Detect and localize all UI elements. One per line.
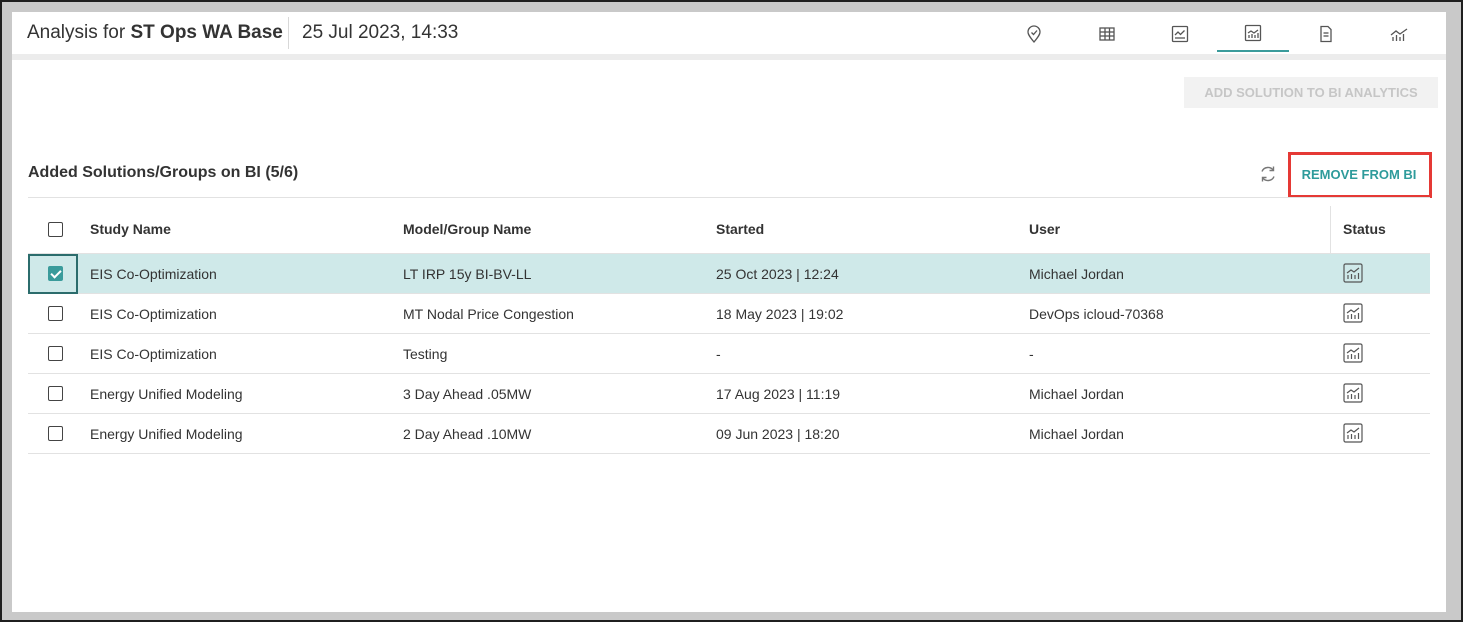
chart-edit-icon[interactable] (1144, 16, 1216, 52)
bi-status-icon[interactable] (1342, 262, 1364, 284)
column-header-model[interactable]: Model/Group Name (403, 221, 531, 237)
line-chart-icon[interactable] (1363, 16, 1435, 52)
analysis-date: 25 Jul 2023, 14:33 (302, 22, 459, 43)
study-name-cell: EIS Co-Optimization (90, 306, 217, 322)
user-cell: - (1029, 346, 1034, 362)
column-header-status[interactable]: Status (1343, 221, 1386, 237)
solutions-table: Study Name Model/Group Name Started User… (28, 206, 1430, 454)
started-cell: 18 May 2023 | 19:02 (716, 306, 844, 322)
started-cell: - (716, 346, 721, 362)
window-frame: Analysis for ST Ops WA Base 25 Jul 2023,… (2, 2, 1461, 620)
bi-status-icon[interactable] (1342, 342, 1364, 364)
started-cell: 25 Oct 2023 | 12:24 (716, 266, 839, 282)
column-divider (1330, 206, 1331, 254)
app-panel: Analysis for ST Ops WA Base 25 Jul 2023,… (12, 12, 1446, 612)
bi-chart-icon[interactable] (1217, 16, 1289, 52)
table-row[interactable]: Energy Unified Modeling 2 Day Ahead .10M… (28, 414, 1430, 454)
table-row[interactable]: EIS Co-Optimization MT Nodal Price Conge… (28, 294, 1430, 334)
solution-name: ST Ops WA Base (130, 22, 283, 43)
bi-status-icon[interactable] (1342, 422, 1364, 444)
study-name-cell: Energy Unified Modeling (90, 426, 243, 442)
document-icon[interactable] (1290, 16, 1362, 52)
started-cell: 09 Jun 2023 | 18:20 (716, 426, 840, 442)
table-row[interactable]: EIS Co-Optimization Testing - - (28, 334, 1430, 374)
row-checkbox[interactable] (48, 306, 63, 321)
bi-status-icon[interactable] (1342, 382, 1364, 404)
user-cell: Michael Jordan (1029, 266, 1124, 282)
table-icon[interactable] (1071, 16, 1143, 52)
title-divider (288, 17, 289, 49)
model-name-cell: Testing (403, 346, 448, 362)
location-pin-icon[interactable] (998, 16, 1070, 52)
remove-from-bi-button[interactable]: REMOVE FROM BI (1294, 163, 1424, 185)
section-title: Added Solutions/Groups on BI (5/6) (28, 164, 299, 181)
column-header-user[interactable]: User (1029, 221, 1060, 237)
header-divider (12, 54, 1446, 60)
row-checkbox[interactable] (48, 386, 63, 401)
refresh-icon[interactable] (1257, 163, 1279, 185)
study-name-cell: EIS Co-Optimization (90, 346, 217, 362)
column-header-study[interactable]: Study Name (90, 221, 171, 237)
section-divider (28, 197, 1430, 198)
row-checkbox[interactable] (48, 266, 63, 281)
study-name-cell: EIS Co-Optimization (90, 266, 217, 282)
model-name-cell: 2 Day Ahead .10MW (403, 426, 532, 442)
add-solution-to-bi-button[interactable]: ADD SOLUTION TO BI ANALYTICS (1184, 77, 1438, 108)
row-checkbox[interactable] (48, 426, 63, 441)
select-all-checkbox[interactable] (48, 222, 63, 237)
user-cell: Michael Jordan (1029, 426, 1124, 442)
view-switcher (998, 16, 1445, 52)
model-name-cell: 3 Day Ahead .05MW (403, 386, 532, 402)
table-row[interactable]: EIS Co-Optimization LT IRP 15y BI-BV-LL … (28, 254, 1430, 294)
user-cell: DevOps icloud-70368 (1029, 306, 1164, 322)
title-prefix: Analysis for (27, 22, 131, 43)
header-bar: Analysis for ST Ops WA Base 25 Jul 2023,… (12, 12, 1446, 54)
model-name-cell: MT Nodal Price Congestion (403, 306, 574, 322)
study-name-cell: Energy Unified Modeling (90, 386, 243, 402)
page-title: Analysis for ST Ops WA Base (27, 22, 283, 44)
bi-status-icon[interactable] (1342, 302, 1364, 324)
table-header: Study Name Model/Group Name Started User… (28, 206, 1430, 254)
column-header-started[interactable]: Started (716, 221, 764, 237)
user-cell: Michael Jordan (1029, 386, 1124, 402)
row-checkbox[interactable] (48, 346, 63, 361)
table-row[interactable]: Energy Unified Modeling 3 Day Ahead .05M… (28, 374, 1430, 414)
started-cell: 17 Aug 2023 | 11:19 (716, 386, 841, 402)
model-name-cell: LT IRP 15y BI-BV-LL (403, 266, 532, 282)
